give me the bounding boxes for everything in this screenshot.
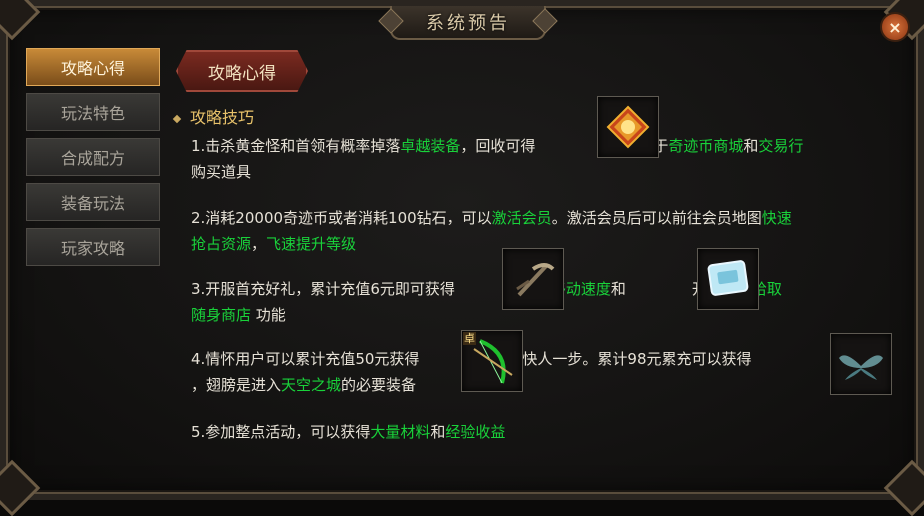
highlight-text: 经验收益 <box>445 423 506 441</box>
pickaxe-icon <box>516 263 555 297</box>
title-ornament-icon <box>532 8 558 34</box>
tip-paragraph-5: 5.参加整点活动，可以获得大量材料和经验收益 <box>191 419 505 445</box>
text: 。激活会员后可以前往会员地图 <box>551 209 762 227</box>
reward-slot-wings[interactable] <box>830 333 892 395</box>
title-ornament-icon <box>378 8 404 34</box>
highlight-text: 抢占资源 <box>191 235 252 253</box>
text: 3.开服首充好礼，累计充值6元即可获得 <box>191 280 455 298</box>
highlight-text: 随身商店 <box>191 306 252 324</box>
sidebar: 攻略心得 玩法特色 合成配方 装备玩法 玩家攻略 <box>26 48 160 273</box>
text: 购买道具 <box>191 163 252 181</box>
text: 1.击杀黄金怪和首领有概率掉落 <box>191 137 401 155</box>
reward-slot-bow[interactable]: 卓 <box>461 330 523 392</box>
title-plate: 系统预告 <box>378 6 558 40</box>
highlight-text: 激活会员 <box>491 209 552 227</box>
text: ， <box>251 235 267 253</box>
item-badge: 卓 <box>463 332 476 345</box>
sidebar-item-recipes[interactable]: 合成配方 <box>26 138 160 176</box>
text: 功能 <box>251 306 286 324</box>
window-title: 系统预告 <box>426 13 510 34</box>
text: 5.参加整点活动，可以获得 <box>191 423 371 441</box>
text: 和 <box>743 137 759 155</box>
frame-corner-ornament <box>883 459 924 516</box>
sidebar-item-features[interactable]: 玩法特色 <box>26 93 160 131</box>
text: 4.情怀用户可以累计充值50元获得 <box>191 350 420 368</box>
section-title: 攻略技巧 <box>190 108 255 127</box>
highlight-text: 飞速提升等级 <box>266 235 357 253</box>
reward-slot-coin[interactable] <box>597 96 659 158</box>
tab-strategy[interactable]: 攻略心得 <box>176 50 308 92</box>
highlight-text: 快速 <box>761 209 792 227</box>
highlight-text: 奇迹币商城 <box>668 137 744 155</box>
section-heading: 攻略技巧 <box>172 104 255 128</box>
close-button[interactable]: × <box>880 12 910 42</box>
sidebar-item-player-guide[interactable]: 玩家攻略 <box>26 228 160 266</box>
text: 和 <box>610 280 626 298</box>
text: 的必要装备 <box>341 376 417 394</box>
text: 2.消耗20000奇迹币或者消耗100钻石，可以 <box>191 209 492 227</box>
tip-paragraph-3: 3.开服首充好礼，累计充值6元即可获得增加移动速度和开启一键拾取 随身商店 功能 <box>191 276 782 328</box>
wings-icon <box>839 355 883 380</box>
frame-corner-ornament <box>0 0 41 41</box>
text: ，回收可得 <box>460 137 536 155</box>
text: ，翅膀是进入 <box>191 376 282 394</box>
bullet-icon <box>172 114 182 123</box>
text: 刷怪快人一步。累计98元累充可以获得 <box>492 350 752 368</box>
vip-card-icon <box>707 260 749 296</box>
sidebar-item-equipment[interactable]: 装备玩法 <box>26 183 160 221</box>
highlight-text: 大量材料 <box>370 423 431 441</box>
close-icon: × <box>888 17 902 37</box>
text: 和 <box>430 423 446 441</box>
sidebar-item-strategy[interactable]: 攻略心得 <box>26 48 160 86</box>
highlight-text: 卓越装备 <box>400 137 461 155</box>
reward-slot-mount[interactable] <box>502 248 564 310</box>
tip-paragraph-1: 1.击杀黄金怪和首领有概率掉落卓越装备，回收可得，用于奇迹币商城和交易行 购买道… <box>191 133 803 185</box>
highlight-text: 交易行 <box>758 137 804 155</box>
highlight-text: 天空之城 <box>281 376 342 394</box>
jewel-coin-icon <box>606 105 650 149</box>
reward-slot-vip-card[interactable] <box>697 248 759 310</box>
frame-corner-ornament <box>0 459 41 516</box>
